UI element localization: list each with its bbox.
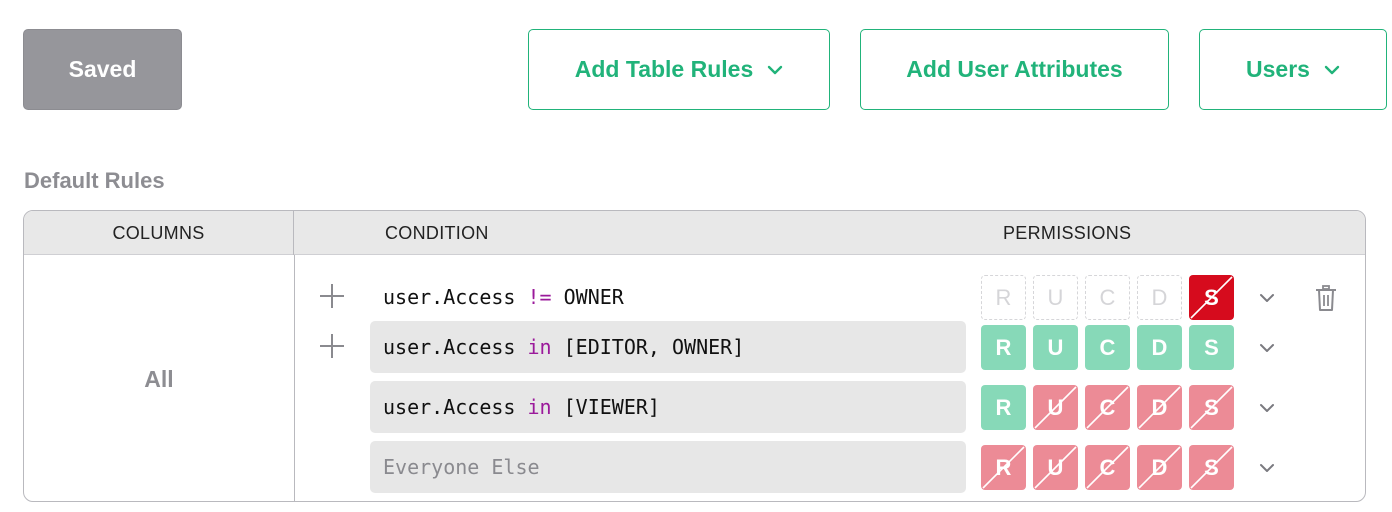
permission-letter: S	[1204, 394, 1219, 420]
permission-toggle-d[interactable]: D	[1137, 385, 1182, 430]
permission-toggle-s[interactable]: S	[1189, 385, 1234, 430]
condition-left: user.Access	[383, 395, 516, 419]
rule-row: user.Access != OWNER R U C D S	[24, 271, 1365, 325]
add-user-attributes-button[interactable]: Add User Attributes	[860, 29, 1169, 110]
permission-toggle-s[interactable]: S	[1189, 275, 1234, 320]
permission-toggle-s[interactable]: S	[1189, 325, 1234, 370]
add-user-attributes-label: Add User Attributes	[906, 56, 1123, 82]
saved-button-label: Saved	[68, 56, 137, 82]
condition-operator: in	[527, 395, 552, 419]
permission-toggle-c[interactable]: C	[1085, 325, 1130, 370]
condition-space	[515, 285, 527, 309]
permission-toggle-r[interactable]: R	[981, 445, 1026, 490]
chevron-down-icon[interactable]	[1256, 287, 1278, 309]
permission-toggle-c[interactable]: C	[1085, 275, 1130, 320]
condition-space	[552, 285, 564, 309]
permission-letter: S	[1204, 284, 1219, 310]
plus-icon[interactable]	[320, 284, 344, 308]
condition-space	[552, 395, 564, 419]
rules-table: COLUMNS CONDITION PERMISSIONS All user.A…	[23, 210, 1366, 502]
permission-letter: C	[1099, 394, 1116, 420]
permission-letter: D	[1151, 284, 1168, 310]
permission-toggle-d[interactable]: D	[1137, 445, 1182, 490]
condition-space	[515, 335, 527, 359]
permission-toggle-s[interactable]: S	[1189, 445, 1234, 490]
chevron-down-icon	[1324, 65, 1340, 74]
permission-letter: U	[1047, 394, 1064, 420]
rule-row: user.Access in [EDITOR, OWNER] R U C D S	[24, 321, 1365, 375]
chevron-down-icon[interactable]	[1256, 337, 1278, 359]
permission-toggle-c[interactable]: C	[1085, 445, 1130, 490]
permission-letter: R	[995, 284, 1012, 310]
permission-toggle-r[interactable]: R	[981, 275, 1026, 320]
chevron-down-icon[interactable]	[1256, 457, 1278, 479]
condition-right: OWNER	[563, 285, 624, 309]
permission-letter: R	[995, 334, 1012, 360]
saved-button[interactable]: Saved	[23, 29, 182, 110]
permission-letter: R	[995, 454, 1012, 480]
users-label: Users	[1246, 56, 1310, 82]
header-condition: CONDITION	[385, 223, 489, 243]
chevron-down-icon[interactable]	[1256, 397, 1278, 419]
permission-letter: U	[1047, 334, 1064, 360]
permission-letter: R	[995, 394, 1012, 420]
condition-operator: !=	[527, 285, 552, 309]
condition-left: user.Access	[383, 285, 516, 309]
permission-letter: D	[1151, 394, 1168, 420]
section-title: Default Rules	[24, 168, 165, 193]
rule-row: Everyone Else R U C D S	[24, 441, 1365, 495]
permission-letter: S	[1204, 334, 1219, 360]
permission-letter: C	[1099, 334, 1116, 360]
condition-right: [VIEWER]	[563, 395, 660, 419]
permission-toggle-d[interactable]: D	[1137, 275, 1182, 320]
permission-toggles: RUCDS	[981, 385, 1234, 430]
condition-field[interactable]: user.Access in [VIEWER]	[370, 381, 966, 433]
permission-toggle-r[interactable]: R	[981, 325, 1026, 370]
condition-right: [EDITOR, OWNER]	[563, 335, 745, 359]
condition-placeholder: Everyone Else	[383, 455, 540, 479]
permission-toggle-c[interactable]: C	[1085, 385, 1130, 430]
permission-toggle-u[interactable]: U	[1033, 275, 1078, 320]
permission-toggles: RUCDS	[981, 445, 1234, 490]
permission-letter: C	[1099, 284, 1116, 310]
permission-letter: D	[1151, 454, 1168, 480]
condition-operator: in	[527, 335, 552, 359]
condition-field[interactable]: user.Access != OWNER	[370, 271, 966, 323]
condition-field[interactable]: user.Access in [EDITOR, OWNER]	[370, 321, 966, 373]
condition-space	[515, 395, 527, 419]
add-table-rules-button[interactable]: Add Table Rules	[528, 29, 830, 110]
trash-icon[interactable]	[1314, 284, 1338, 312]
permission-toggle-d[interactable]: D	[1137, 325, 1182, 370]
permission-toggle-u[interactable]: U	[1033, 445, 1078, 490]
permission-toggle-u[interactable]: U	[1033, 325, 1078, 370]
permission-toggles: RUCDS	[981, 325, 1234, 370]
add-table-rules-label: Add Table Rules	[574, 56, 754, 82]
permission-letter: S	[1204, 454, 1219, 480]
condition-space	[552, 335, 564, 359]
plus-icon[interactable]	[320, 334, 344, 358]
chevron-down-icon	[768, 65, 783, 74]
condition-field[interactable]: Everyone Else	[370, 441, 966, 493]
permission-letter: U	[1047, 454, 1064, 480]
rule-row: user.Access in [VIEWER] R U C D S	[24, 381, 1365, 435]
permission-letter: D	[1151, 334, 1168, 360]
header-columns: COLUMNS	[24, 211, 294, 255]
condition-left: user.Access	[383, 335, 516, 359]
header-permissions: PERMISSIONS	[1003, 223, 1132, 243]
permission-toggle-u[interactable]: U	[1033, 385, 1078, 430]
permission-letter: C	[1099, 454, 1116, 480]
users-dropdown-button[interactable]: Users	[1199, 29, 1387, 110]
permission-toggles: RUCDS	[981, 275, 1234, 320]
permission-toggle-r[interactable]: R	[981, 385, 1026, 430]
permission-letter: U	[1047, 284, 1064, 310]
table-header: COLUMNS CONDITION PERMISSIONS	[24, 211, 1365, 255]
